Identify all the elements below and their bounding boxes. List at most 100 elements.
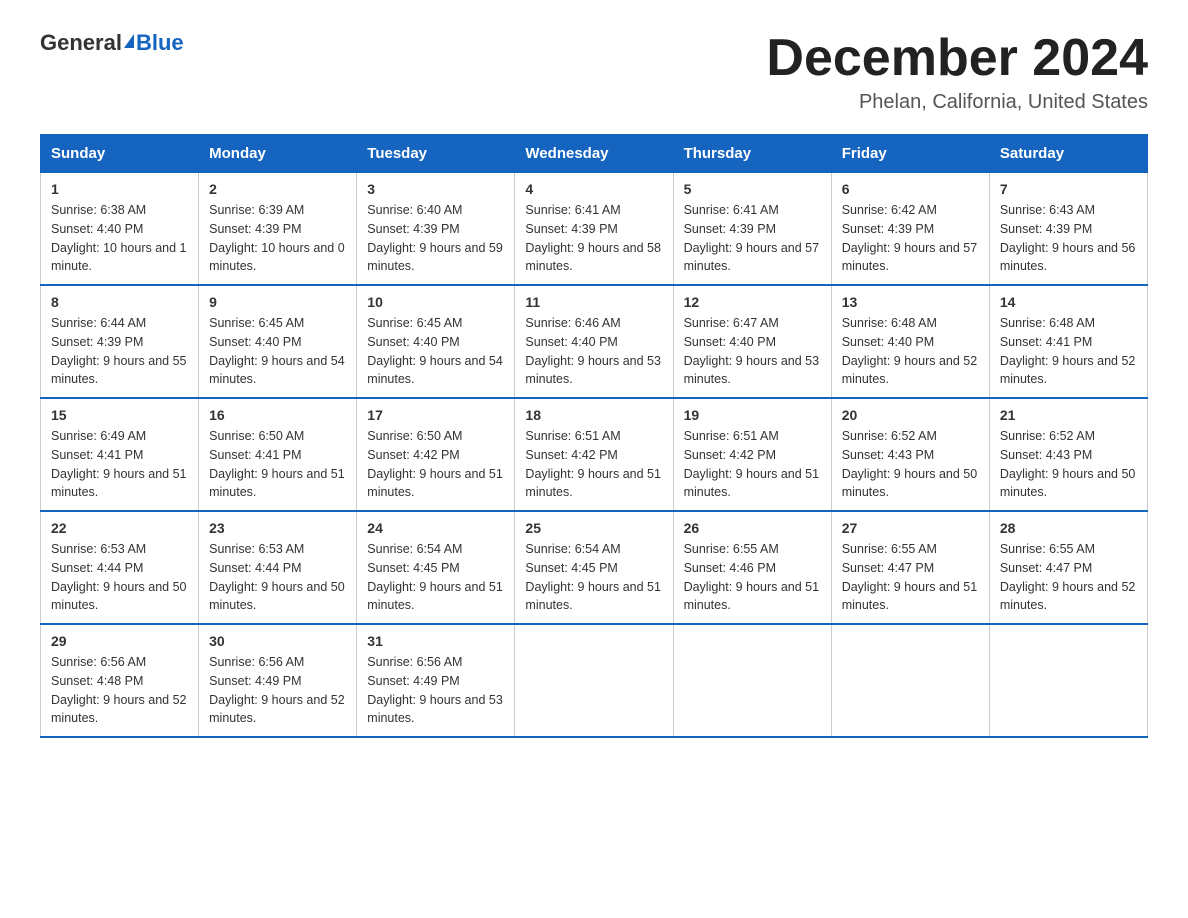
header-thursday: Thursday: [673, 135, 831, 173]
calendar-day-cell: 1 Sunrise: 6:38 AM Sunset: 4:40 PM Dayli…: [41, 173, 199, 286]
calendar-day-cell: 18 Sunrise: 6:51 AM Sunset: 4:42 PM Dayl…: [515, 398, 673, 511]
calendar-day-cell: 12 Sunrise: 6:47 AM Sunset: 4:40 PM Dayl…: [673, 285, 831, 398]
calendar-day-cell: 25 Sunrise: 6:54 AM Sunset: 4:45 PM Dayl…: [515, 511, 673, 624]
day-info: Sunrise: 6:50 AM Sunset: 4:41 PM Dayligh…: [209, 427, 346, 502]
day-info: Sunrise: 6:47 AM Sunset: 4:40 PM Dayligh…: [684, 314, 821, 389]
day-number: 23: [209, 520, 346, 536]
calendar-day-cell: 10 Sunrise: 6:45 AM Sunset: 4:40 PM Dayl…: [357, 285, 515, 398]
day-info: Sunrise: 6:45 AM Sunset: 4:40 PM Dayligh…: [367, 314, 504, 389]
day-number: 1: [51, 181, 188, 197]
day-number: 16: [209, 407, 346, 423]
calendar-day-cell: 3 Sunrise: 6:40 AM Sunset: 4:39 PM Dayli…: [357, 173, 515, 286]
header-tuesday: Tuesday: [357, 135, 515, 173]
day-number: 6: [842, 181, 979, 197]
calendar-day-cell: 23 Sunrise: 6:53 AM Sunset: 4:44 PM Dayl…: [199, 511, 357, 624]
day-info: Sunrise: 6:41 AM Sunset: 4:39 PM Dayligh…: [525, 201, 662, 276]
calendar-day-cell: 4 Sunrise: 6:41 AM Sunset: 4:39 PM Dayli…: [515, 173, 673, 286]
day-info: Sunrise: 6:54 AM Sunset: 4:45 PM Dayligh…: [525, 540, 662, 615]
day-number: 30: [209, 633, 346, 649]
calendar-week-row: 22 Sunrise: 6:53 AM Sunset: 4:44 PM Dayl…: [41, 511, 1148, 624]
calendar-day-cell: 17 Sunrise: 6:50 AM Sunset: 4:42 PM Dayl…: [357, 398, 515, 511]
calendar-day-cell: 5 Sunrise: 6:41 AM Sunset: 4:39 PM Dayli…: [673, 173, 831, 286]
calendar-day-cell: 7 Sunrise: 6:43 AM Sunset: 4:39 PM Dayli…: [989, 173, 1147, 286]
day-number: 28: [1000, 520, 1137, 536]
logo-triangle-icon: [124, 34, 134, 48]
calendar-day-cell: 8 Sunrise: 6:44 AM Sunset: 4:39 PM Dayli…: [41, 285, 199, 398]
day-info: Sunrise: 6:56 AM Sunset: 4:49 PM Dayligh…: [367, 653, 504, 728]
day-info: Sunrise: 6:49 AM Sunset: 4:41 PM Dayligh…: [51, 427, 188, 502]
day-number: 25: [525, 520, 662, 536]
calendar-day-cell: 19 Sunrise: 6:51 AM Sunset: 4:42 PM Dayl…: [673, 398, 831, 511]
day-number: 13: [842, 294, 979, 310]
day-number: 5: [684, 181, 821, 197]
calendar-day-cell: 16 Sunrise: 6:50 AM Sunset: 4:41 PM Dayl…: [199, 398, 357, 511]
day-info: Sunrise: 6:55 AM Sunset: 4:47 PM Dayligh…: [1000, 540, 1137, 615]
day-number: 12: [684, 294, 821, 310]
header-saturday: Saturday: [989, 135, 1147, 173]
calendar-header-row: SundayMondayTuesdayWednesdayThursdayFrid…: [41, 135, 1148, 173]
calendar-day-cell: 14 Sunrise: 6:48 AM Sunset: 4:41 PM Dayl…: [989, 285, 1147, 398]
day-number: 22: [51, 520, 188, 536]
day-info: Sunrise: 6:55 AM Sunset: 4:46 PM Dayligh…: [684, 540, 821, 615]
day-info: Sunrise: 6:55 AM Sunset: 4:47 PM Dayligh…: [842, 540, 979, 615]
logo: General Blue: [40, 30, 184, 56]
day-number: 14: [1000, 294, 1137, 310]
location-subtitle: Phelan, California, United States: [766, 91, 1148, 114]
day-info: Sunrise: 6:38 AM Sunset: 4:40 PM Dayligh…: [51, 201, 188, 276]
day-info: Sunrise: 6:54 AM Sunset: 4:45 PM Dayligh…: [367, 540, 504, 615]
calendar-day-cell: 29 Sunrise: 6:56 AM Sunset: 4:48 PM Dayl…: [41, 624, 199, 737]
day-info: Sunrise: 6:45 AM Sunset: 4:40 PM Dayligh…: [209, 314, 346, 389]
calendar-empty-cell: [831, 624, 989, 737]
day-info: Sunrise: 6:51 AM Sunset: 4:42 PM Dayligh…: [525, 427, 662, 502]
day-info: Sunrise: 6:43 AM Sunset: 4:39 PM Dayligh…: [1000, 201, 1137, 276]
day-info: Sunrise: 6:42 AM Sunset: 4:39 PM Dayligh…: [842, 201, 979, 276]
logo-blue-text: Blue: [136, 30, 184, 56]
calendar-day-cell: 2 Sunrise: 6:39 AM Sunset: 4:39 PM Dayli…: [199, 173, 357, 286]
header-sunday: Sunday: [41, 135, 199, 173]
day-info: Sunrise: 6:56 AM Sunset: 4:48 PM Dayligh…: [51, 653, 188, 728]
day-info: Sunrise: 6:52 AM Sunset: 4:43 PM Dayligh…: [842, 427, 979, 502]
calendar-day-cell: 30 Sunrise: 6:56 AM Sunset: 4:49 PM Dayl…: [199, 624, 357, 737]
day-number: 17: [367, 407, 504, 423]
day-info: Sunrise: 6:56 AM Sunset: 4:49 PM Dayligh…: [209, 653, 346, 728]
calendar-day-cell: 31 Sunrise: 6:56 AM Sunset: 4:49 PM Dayl…: [357, 624, 515, 737]
calendar-day-cell: 21 Sunrise: 6:52 AM Sunset: 4:43 PM Dayl…: [989, 398, 1147, 511]
calendar-day-cell: 20 Sunrise: 6:52 AM Sunset: 4:43 PM Dayl…: [831, 398, 989, 511]
calendar-day-cell: 11 Sunrise: 6:46 AM Sunset: 4:40 PM Dayl…: [515, 285, 673, 398]
day-info: Sunrise: 6:40 AM Sunset: 4:39 PM Dayligh…: [367, 201, 504, 276]
calendar-week-row: 8 Sunrise: 6:44 AM Sunset: 4:39 PM Dayli…: [41, 285, 1148, 398]
day-number: 31: [367, 633, 504, 649]
day-number: 15: [51, 407, 188, 423]
calendar-empty-cell: [989, 624, 1147, 737]
calendar-day-cell: 27 Sunrise: 6:55 AM Sunset: 4:47 PM Dayl…: [831, 511, 989, 624]
page-header: General Blue December 2024 Phelan, Calif…: [40, 30, 1148, 114]
day-number: 2: [209, 181, 346, 197]
calendar-day-cell: 28 Sunrise: 6:55 AM Sunset: 4:47 PM Dayl…: [989, 511, 1147, 624]
day-number: 19: [684, 407, 821, 423]
title-area: December 2024 Phelan, California, United…: [766, 30, 1148, 114]
day-number: 24: [367, 520, 504, 536]
day-number: 3: [367, 181, 504, 197]
day-number: 29: [51, 633, 188, 649]
calendar-week-row: 29 Sunrise: 6:56 AM Sunset: 4:48 PM Dayl…: [41, 624, 1148, 737]
calendar-day-cell: 9 Sunrise: 6:45 AM Sunset: 4:40 PM Dayli…: [199, 285, 357, 398]
day-info: Sunrise: 6:41 AM Sunset: 4:39 PM Dayligh…: [684, 201, 821, 276]
day-number: 20: [842, 407, 979, 423]
day-number: 7: [1000, 181, 1137, 197]
calendar-empty-cell: [515, 624, 673, 737]
day-info: Sunrise: 6:52 AM Sunset: 4:43 PM Dayligh…: [1000, 427, 1137, 502]
header-monday: Monday: [199, 135, 357, 173]
day-info: Sunrise: 6:48 AM Sunset: 4:41 PM Dayligh…: [1000, 314, 1137, 389]
day-number: 26: [684, 520, 821, 536]
calendar-week-row: 15 Sunrise: 6:49 AM Sunset: 4:41 PM Dayl…: [41, 398, 1148, 511]
calendar-day-cell: 22 Sunrise: 6:53 AM Sunset: 4:44 PM Dayl…: [41, 511, 199, 624]
calendar-day-cell: 13 Sunrise: 6:48 AM Sunset: 4:40 PM Dayl…: [831, 285, 989, 398]
day-info: Sunrise: 6:44 AM Sunset: 4:39 PM Dayligh…: [51, 314, 188, 389]
day-info: Sunrise: 6:46 AM Sunset: 4:40 PM Dayligh…: [525, 314, 662, 389]
day-number: 9: [209, 294, 346, 310]
day-number: 21: [1000, 407, 1137, 423]
calendar-day-cell: 6 Sunrise: 6:42 AM Sunset: 4:39 PM Dayli…: [831, 173, 989, 286]
day-info: Sunrise: 6:53 AM Sunset: 4:44 PM Dayligh…: [51, 540, 188, 615]
day-number: 27: [842, 520, 979, 536]
header-friday: Friday: [831, 135, 989, 173]
